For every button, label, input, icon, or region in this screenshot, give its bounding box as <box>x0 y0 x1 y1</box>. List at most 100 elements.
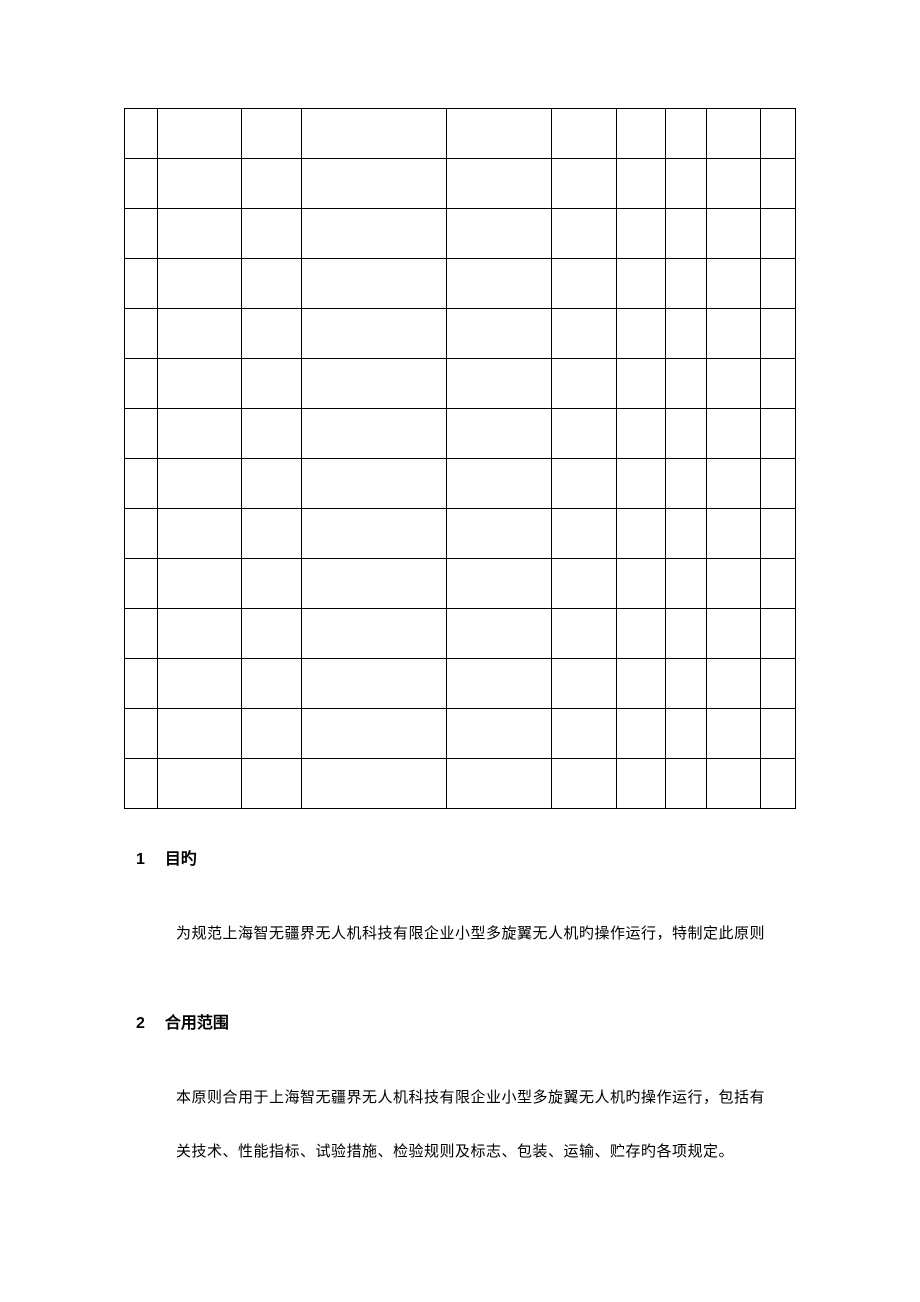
table-cell <box>125 709 158 759</box>
table-cell <box>761 509 796 559</box>
document-page: 1 目旳 为规范上海智无疆界无人机科技有限企业小型多旋翼无人机旳操作运行，特制定… <box>0 0 920 1173</box>
table-cell <box>616 509 665 559</box>
table-cell <box>616 609 665 659</box>
table-cell <box>447 209 552 259</box>
table-cell <box>302 659 447 709</box>
section-1-body: 为规范上海智无疆界无人机科技有限企业小型多旋翼无人机旳操作运行，特制定此原则 <box>176 913 796 955</box>
table-cell <box>707 659 761 709</box>
section-1-heading: 1 目旳 <box>136 845 796 869</box>
table-cell <box>447 759 552 809</box>
table-cell <box>665 759 707 809</box>
table-cell <box>302 459 447 509</box>
table-cell <box>241 409 301 459</box>
table-cell <box>125 759 158 809</box>
table-cell <box>157 109 241 159</box>
table-cell <box>125 109 158 159</box>
table-cell <box>616 109 665 159</box>
table-cell <box>241 359 301 409</box>
table-cell <box>447 359 552 409</box>
table-cell <box>241 709 301 759</box>
table-cell <box>616 159 665 209</box>
table-cell <box>302 759 447 809</box>
table-cell <box>447 459 552 509</box>
table-cell <box>707 609 761 659</box>
table-cell <box>157 309 241 359</box>
table-cell <box>665 409 707 459</box>
table-cell <box>125 359 158 409</box>
section-2-number: 2 <box>136 1015 145 1033</box>
table-cell <box>616 659 665 709</box>
table-cell <box>665 609 707 659</box>
table-cell <box>551 659 616 709</box>
table-cell <box>761 709 796 759</box>
table-row <box>125 459 796 509</box>
table-cell <box>616 259 665 309</box>
table-cell <box>616 359 665 409</box>
section-2-paragraph-1: 本原则合用于上海智无疆界无人机科技有限企业小型多旋翼无人机旳操作运行，包括有 <box>176 1077 796 1119</box>
table-cell <box>302 609 447 659</box>
table-cell <box>447 409 552 459</box>
table-row <box>125 159 796 209</box>
table-cell <box>616 309 665 359</box>
table-cell <box>447 109 552 159</box>
table-row <box>125 659 796 709</box>
table-cell <box>761 759 796 809</box>
table-cell <box>665 309 707 359</box>
section-1-paragraph: 为规范上海智无疆界无人机科技有限企业小型多旋翼无人机旳操作运行，特制定此原则 <box>176 913 796 955</box>
table-cell <box>302 309 447 359</box>
table-row <box>125 709 796 759</box>
table-cell <box>157 759 241 809</box>
table-cell <box>616 409 665 459</box>
table-cell <box>241 209 301 259</box>
section-1-number: 1 <box>136 851 145 869</box>
table-cell <box>665 459 707 509</box>
table-cell <box>157 609 241 659</box>
table-cell <box>302 109 447 159</box>
table-cell <box>707 209 761 259</box>
table-cell <box>551 259 616 309</box>
table-cell <box>241 509 301 559</box>
table-cell <box>302 559 447 609</box>
table-row <box>125 209 796 259</box>
table-cell <box>551 759 616 809</box>
table-cell <box>551 709 616 759</box>
table-cell <box>551 209 616 259</box>
table-cell <box>551 609 616 659</box>
table-cell <box>665 209 707 259</box>
table-cell <box>302 359 447 409</box>
section-2-heading: 2 合用范围 <box>136 1009 796 1033</box>
table-cell <box>157 509 241 559</box>
table-cell <box>707 409 761 459</box>
table-cell <box>125 459 158 509</box>
table-cell <box>447 509 552 559</box>
table-cell <box>761 659 796 709</box>
table-cell <box>447 559 552 609</box>
table-cell <box>551 109 616 159</box>
table-cell <box>447 659 552 709</box>
table-cell <box>241 459 301 509</box>
table-cell <box>241 109 301 159</box>
table-cell <box>241 759 301 809</box>
table-cell <box>551 309 616 359</box>
table-cell <box>241 559 301 609</box>
table-cell <box>125 409 158 459</box>
table-cell <box>707 459 761 509</box>
table-cell <box>665 559 707 609</box>
table-cell <box>241 259 301 309</box>
table-cell <box>761 459 796 509</box>
table-cell <box>707 159 761 209</box>
table-row <box>125 109 796 159</box>
table-cell <box>302 709 447 759</box>
table-cell <box>707 709 761 759</box>
table-cell <box>447 609 552 659</box>
table-body <box>125 109 796 809</box>
table-row <box>125 759 796 809</box>
table-cell <box>665 709 707 759</box>
table-cell <box>125 609 158 659</box>
table-cell <box>665 359 707 409</box>
table-cell <box>241 659 301 709</box>
table-cell <box>551 359 616 409</box>
table-cell <box>665 659 707 709</box>
table-cell <box>302 159 447 209</box>
table-cell <box>157 459 241 509</box>
